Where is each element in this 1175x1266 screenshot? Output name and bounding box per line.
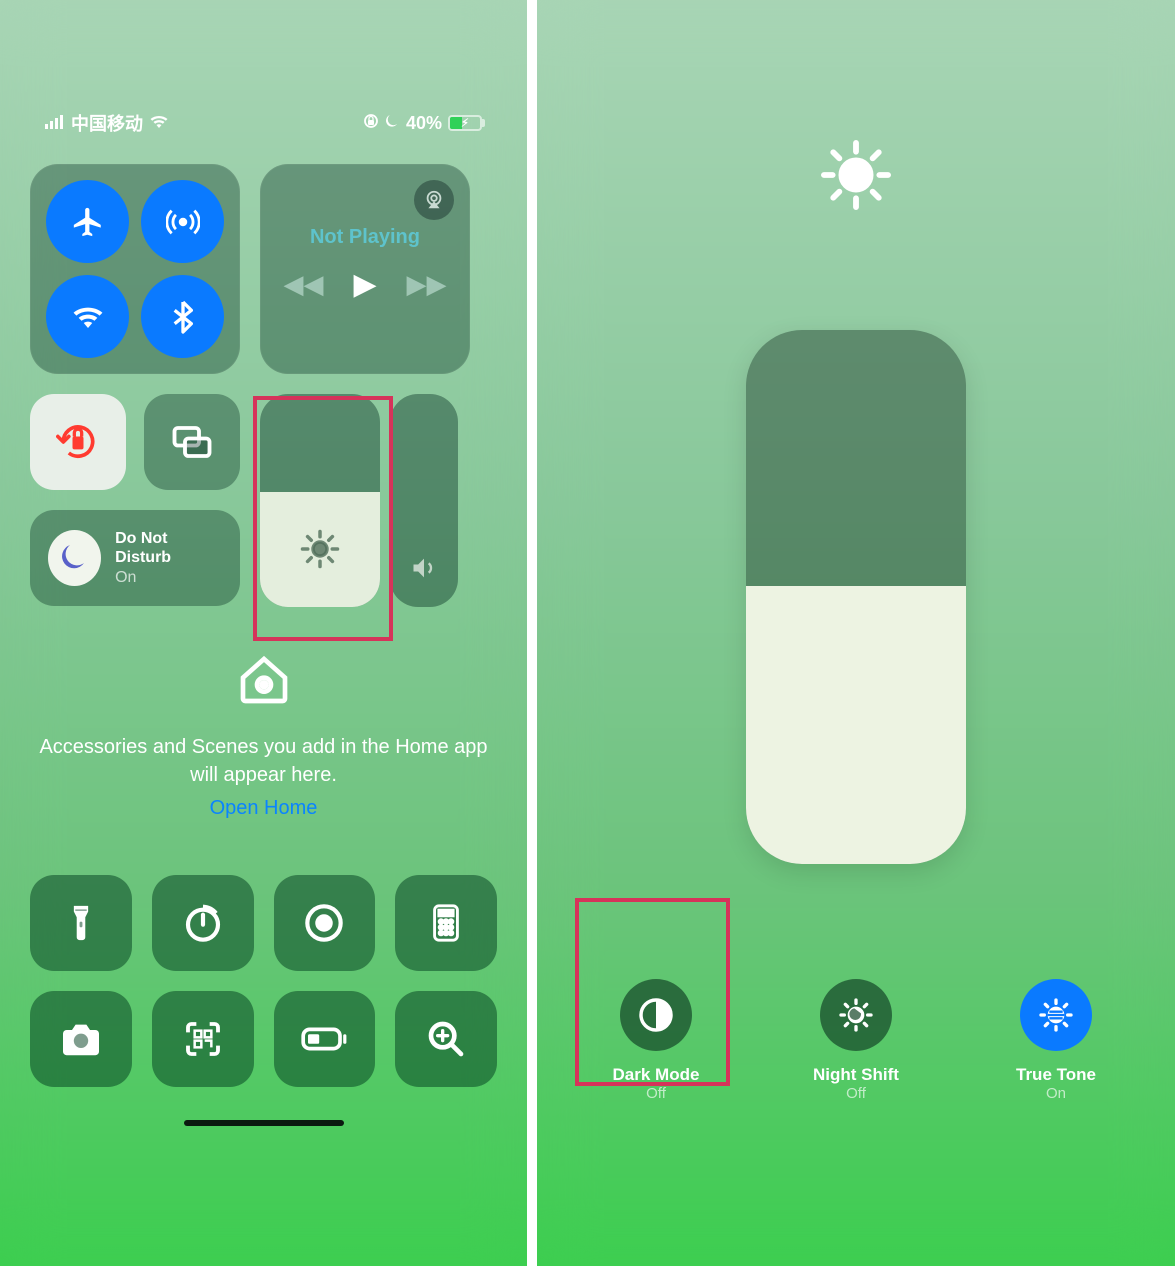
low-power-button[interactable] (274, 991, 376, 1087)
dark-mode-label: Dark Mode (613, 1065, 700, 1085)
media-title: Not Playing (310, 226, 420, 249)
volume-slider[interactable] (390, 394, 458, 607)
brightness-slider[interactable] (260, 394, 380, 607)
airplay-icon[interactable] (414, 180, 454, 220)
screen-record-button[interactable] (274, 875, 376, 971)
brightness-slider-large[interactable] (746, 330, 966, 864)
night-shift-status: Off (813, 1085, 899, 1102)
camera-button[interactable] (30, 991, 132, 1087)
home-message: Accessories and Scenes you add in the Ho… (30, 733, 497, 789)
cellular-data-button[interactable] (141, 180, 224, 263)
wifi-icon (149, 113, 169, 134)
moon-icon (48, 530, 101, 586)
play-button[interactable]: ▶ (353, 267, 376, 302)
flashlight-button[interactable] (30, 875, 132, 971)
orientation-lock-icon (363, 113, 379, 134)
utility-grid (30, 875, 497, 1087)
home-section: Accessories and Scenes you add in the Ho… (30, 652, 497, 820)
brightness-detail-screenshot-right: Dark Mode Off Night Shift Off True Ton (537, 0, 1175, 1266)
true-tone-button[interactable]: True Tone On (981, 979, 1131, 1102)
bluetooth-button[interactable] (141, 275, 224, 358)
wifi-button[interactable] (46, 275, 129, 358)
home-indicator[interactable] (184, 1120, 344, 1126)
night-shift-button[interactable]: Night Shift Off (781, 979, 931, 1102)
dnd-label: Do Not Disturb (115, 529, 222, 567)
true-tone-status: On (1016, 1085, 1096, 1102)
orientation-lock-button[interactable] (30, 394, 126, 490)
true-tone-label: True Tone (1016, 1065, 1096, 1085)
calculator-button[interactable] (395, 875, 497, 971)
truetone-icon (1020, 979, 1092, 1051)
darkmode-icon (620, 979, 692, 1051)
timer-button[interactable] (152, 875, 254, 971)
night-shift-label: Night Shift (813, 1065, 899, 1085)
dnd-button[interactable]: Do Not Disturb On (30, 510, 240, 606)
dnd-moon-icon (385, 113, 400, 134)
home-icon (30, 652, 497, 713)
brightness-icon (299, 528, 341, 570)
volume-icon (410, 554, 438, 582)
connectivity-tile[interactable] (30, 164, 240, 374)
screen-mirroring-button[interactable] (144, 394, 240, 490)
dnd-status: On (115, 569, 136, 586)
airplane-mode-button[interactable] (46, 180, 129, 263)
battery-icon: ⚡︎ (448, 115, 482, 131)
battery-percentage: 40% (406, 113, 442, 134)
media-tile[interactable]: Not Playing ◀◀ ▶ ▶▶ (260, 164, 470, 374)
sun-icon (821, 140, 891, 215)
nightshift-icon (820, 979, 892, 1051)
status-bar: 中国移动 40% ⚡︎ (30, 0, 497, 136)
magnifier-button[interactable] (395, 991, 497, 1087)
fastforward-button[interactable]: ▶▶ (407, 269, 447, 300)
dark-mode-button[interactable]: Dark Mode Off (581, 979, 731, 1102)
dark-mode-status: Off (613, 1085, 700, 1102)
control-center-screenshot-left: 中国移动 40% ⚡︎ (0, 0, 527, 1266)
qr-scan-button[interactable] (152, 991, 254, 1087)
rewind-button[interactable]: ◀◀ (283, 269, 323, 300)
open-home-link[interactable]: Open Home (210, 797, 318, 820)
carrier-label: 中国移动 (71, 110, 143, 136)
panel-divider (527, 0, 537, 1266)
cellular-signal-icon (45, 113, 65, 134)
